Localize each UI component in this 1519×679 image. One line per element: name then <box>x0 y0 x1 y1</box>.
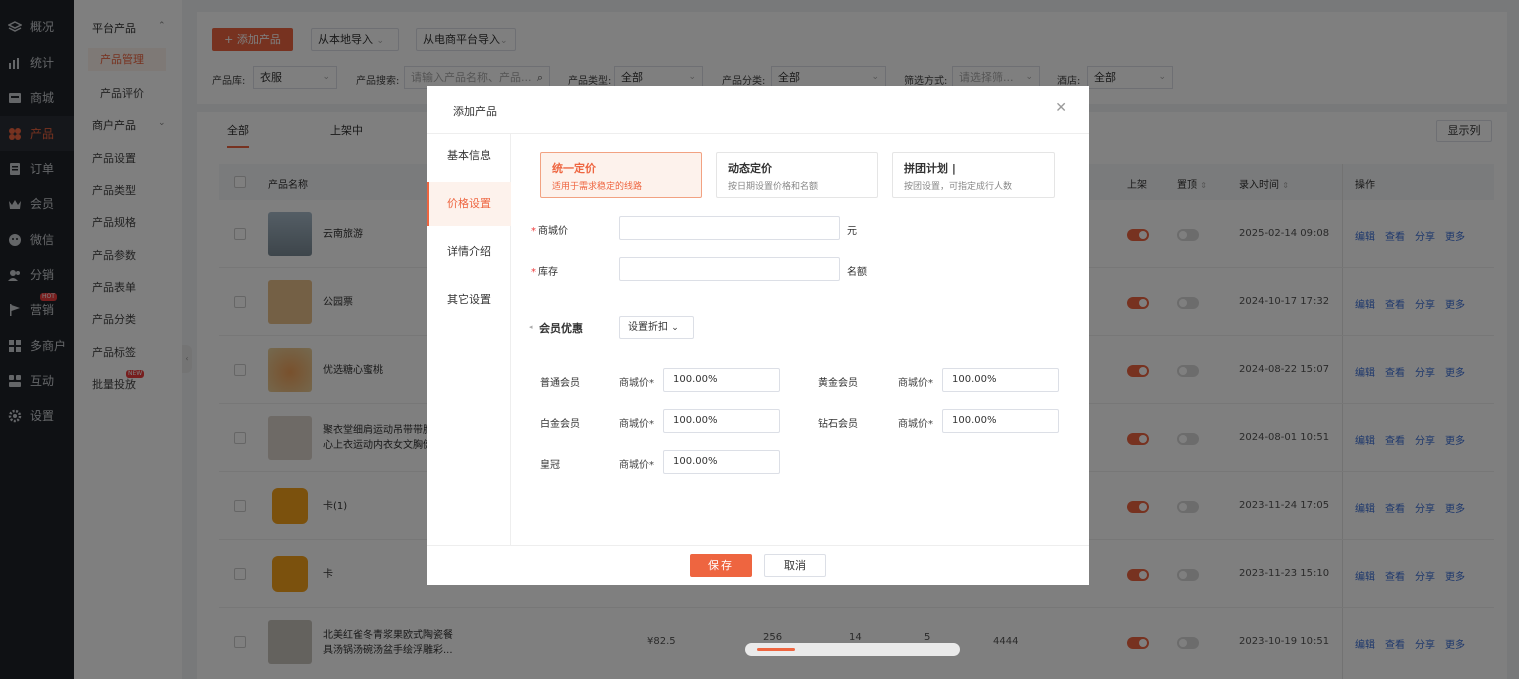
member-level-name: 钻石会员 <box>818 419 858 430</box>
member-price-input[interactable]: 100.00% <box>663 368 780 392</box>
dialog-title: 添加产品 <box>453 105 497 118</box>
scrollbar-thumb[interactable] <box>757 648 795 651</box>
dialog-tab-other-settings[interactable]: 其它设置 <box>427 278 511 322</box>
pricing-option-title: 拼团计划 | <box>904 162 956 175</box>
add-product-dialog: 添加产品 ✕ 基本信息 价格设置 详情介绍 其它设置 统一定价 适用于需求稳定的… <box>427 86 1089 585</box>
member-price-input[interactable]: 100.00% <box>663 409 780 433</box>
member-price-input[interactable]: 100.00% <box>942 368 1059 392</box>
dialog-tab-price-settings[interactable]: 价格设置 <box>427 182 511 226</box>
footer-divider <box>427 545 1089 546</box>
collapse-arrow-icon[interactable]: ◂ <box>529 323 533 331</box>
mall-price-label-text: 商城价 <box>538 226 568 237</box>
member-level-name: 白金会员 <box>540 419 580 430</box>
pricing-option-unified[interactable]: 统一定价 适用于需求稳定的线路 <box>540 152 702 198</box>
member-price-input[interactable]: 100.00% <box>942 409 1059 433</box>
mall-price-unit: 元 <box>847 226 857 237</box>
save-button[interactable]: 保存 <box>690 554 752 577</box>
stock-label: * 库存 <box>531 267 558 278</box>
cancel-button[interactable]: 取消 <box>764 554 826 577</box>
member-discount-title: 会员优惠 <box>539 322 583 335</box>
chevron-down-icon: ⌄ <box>671 323 679 333</box>
pricing-option-title: 统一定价 <box>552 162 596 175</box>
pricing-option-desc: 按团设置，可指定成行人数 <box>904 182 1013 192</box>
set-discount-button[interactable]: 设置折扣 ⌄ <box>619 316 694 339</box>
pricing-option-dynamic[interactable]: 动态定价 按日期设置价格和名额 <box>716 152 878 198</box>
member-level-name: 皇冠 <box>540 460 560 471</box>
stock-unit: 名额 <box>847 267 867 278</box>
mall-price-input[interactable] <box>619 216 840 240</box>
pricing-option-desc: 按日期设置价格和名额 <box>728 182 819 192</box>
member-level-name: 普通会员 <box>540 378 580 389</box>
pricing-option-group[interactable]: 拼团计划 | 按团设置，可指定成行人数 <box>892 152 1055 198</box>
stock-input[interactable] <box>619 257 840 281</box>
member-price-label: 商城价* <box>619 419 654 430</box>
dialog-tab-basic-info[interactable]: 基本信息 <box>427 134 511 178</box>
member-level-name: 黄金会员 <box>818 378 858 389</box>
member-price-label: 商城价* <box>898 378 933 389</box>
divider <box>427 133 1089 134</box>
member-price-label: 商城价* <box>619 460 654 471</box>
pricing-option-desc: 适用于需求稳定的线路 <box>552 182 643 192</box>
close-icon[interactable]: ✕ <box>1055 100 1067 116</box>
dialog-tab-details[interactable]: 详情介绍 <box>427 230 511 274</box>
member-price-input[interactable]: 100.00% <box>663 450 780 474</box>
set-discount-label: 设置折扣 <box>628 322 668 333</box>
mall-price-label: * 商城价 <box>531 226 568 237</box>
member-price-label: 商城价* <box>898 419 933 430</box>
dialog-sidebar: 基本信息 价格设置 详情介绍 其它设置 <box>427 134 511 545</box>
horizontal-scrollbar[interactable] <box>745 643 960 656</box>
pricing-option-title: 动态定价 <box>728 162 772 175</box>
member-price-label: 商城价* <box>619 378 654 389</box>
stock-label-text: 库存 <box>538 267 558 278</box>
